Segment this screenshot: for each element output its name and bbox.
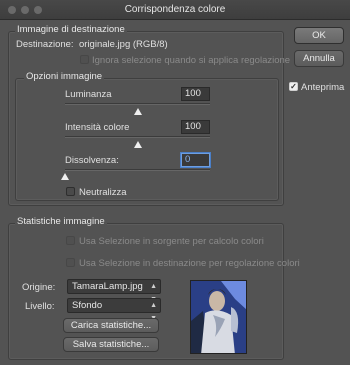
checkmark-icon: ✓ (290, 82, 297, 91)
portrait-thumbnail-image (191, 281, 246, 353)
neutralize-label: Neutralizza (79, 187, 127, 198)
color-intensity-slider-thumb[interactable] (133, 141, 142, 148)
fade-input[interactable]: 0 (181, 153, 210, 167)
luminance-slider-thumb[interactable] (133, 108, 142, 115)
neutralize-checkbox[interactable] (66, 187, 75, 196)
ignore-selection-checkbox[interactable] (80, 55, 89, 64)
use-dest-selection-label: Usa Selezione in destinazione per regola… (79, 258, 300, 269)
color-intensity-label: Intensità colore (65, 122, 130, 133)
fade-label: Dissolvenza: (65, 155, 119, 166)
minimize-window-icon[interactable] (21, 6, 29, 14)
destination-value: originale.jpg (RGB/8) (79, 39, 168, 50)
window-controls-icon[interactable] (8, 6, 42, 14)
use-source-selection-label: Usa Selezione in sorgente per calcolo co… (79, 236, 264, 247)
color-intensity-slider-track[interactable] (65, 136, 210, 138)
fade-slider-track[interactable] (65, 169, 210, 171)
use-dest-selection-checkbox[interactable] (66, 258, 75, 267)
layer-label: Livello: (25, 301, 55, 312)
fade-slider-thumb[interactable] (61, 173, 69, 180)
luminance-input[interactable]: 100 (181, 87, 210, 101)
zoom-window-icon[interactable] (34, 6, 42, 14)
window-title: Corrispondenza colore (124, 4, 226, 15)
load-statistics-button[interactable]: Carica statistiche... (63, 318, 159, 333)
destination-label: Destinazione: (16, 39, 74, 50)
layer-select-value: Sfondo (72, 300, 103, 311)
destination-group-title: Immagine di destinazione (15, 24, 127, 35)
luminance-label: Luminanza (65, 89, 112, 100)
cancel-button[interactable]: Annulla (294, 50, 344, 67)
source-select[interactable]: TamaraLamp.jpg ▲▼ (67, 279, 161, 303)
image-options-group (15, 78, 279, 201)
ignore-selection-label: Ignora selezione quando si applica regol… (92, 55, 291, 66)
layer-select[interactable]: Sfondo ▲▼ (67, 298, 161, 322)
source-select-value: TamaraLamp.jpg (72, 281, 143, 292)
image-options-title: Opzioni immagine (24, 71, 105, 82)
source-image-preview (190, 280, 247, 354)
save-statistics-button[interactable]: Salva statistiche... (63, 337, 159, 352)
use-source-selection-checkbox[interactable] (66, 236, 75, 245)
source-label: Origine: (22, 282, 56, 293)
ok-button[interactable]: OK (294, 27, 344, 44)
close-window-icon[interactable] (8, 6, 16, 14)
preview-checkbox[interactable]: ✓ (289, 82, 298, 91)
title-bar: Corrispondenza colore (0, 0, 350, 20)
luminance-slider-track[interactable] (65, 103, 210, 105)
preview-label: Anteprima (301, 82, 345, 93)
image-statistics-title: Statistiche immagine (15, 216, 107, 227)
color-intensity-input[interactable]: 100 (181, 120, 210, 134)
